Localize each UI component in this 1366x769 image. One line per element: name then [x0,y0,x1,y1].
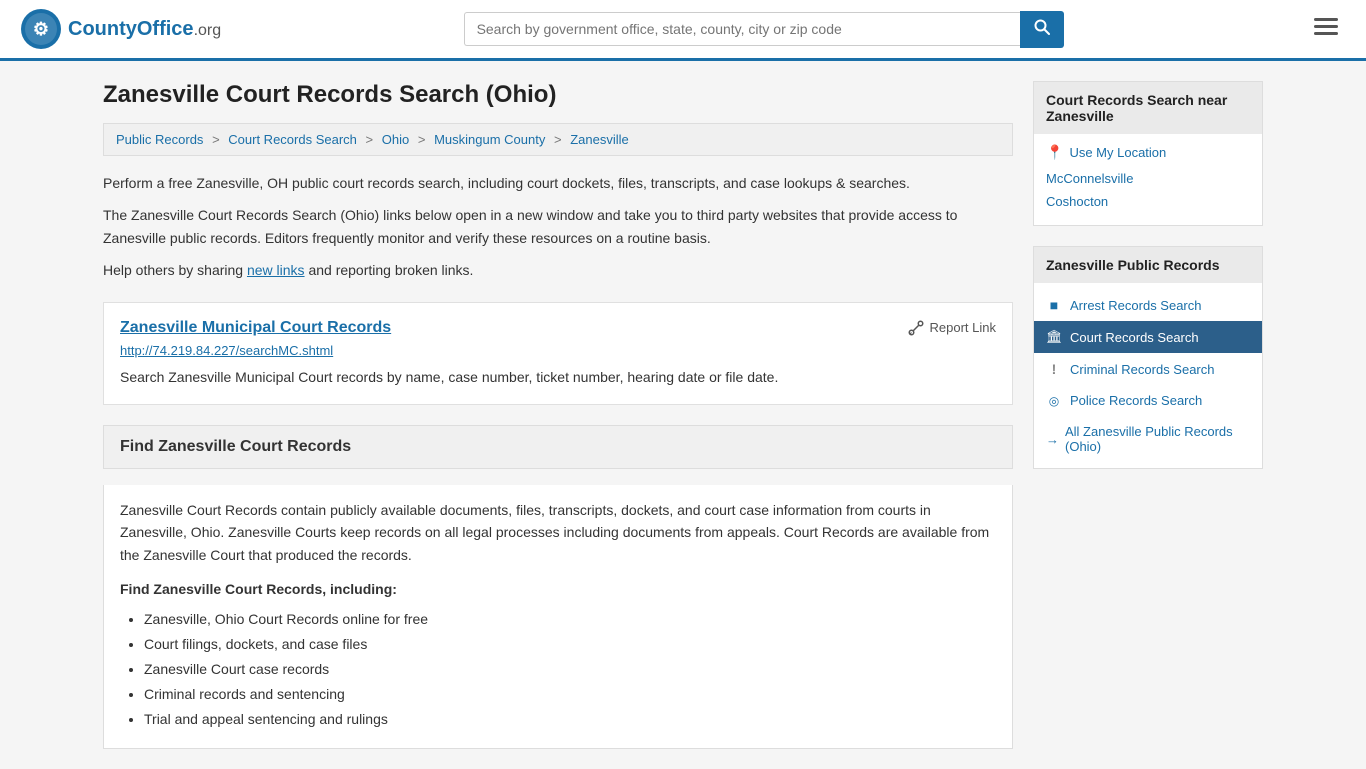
sidebar-near: Court Records Search near Zanesville 📍 U… [1033,81,1263,226]
header: ⚙ CountyOffice.org [0,0,1366,61]
record-description: Search Zanesville Municipal Court record… [120,366,996,388]
breadcrumb-sep-1: > [212,132,220,147]
find-section-body: Zanesville Court Records contain publicl… [103,485,1013,749]
arrest-records-icon: ■ [1046,297,1062,313]
record-url[interactable]: http://74.219.84.227/searchMC.shtml [120,343,996,358]
intro-paragraph-1: Perform a free Zanesville, OH public cou… [103,172,1013,194]
page-title: Zanesville Court Records Search (Ohio) [103,81,1013,109]
find-section-title: Find Zanesville Court Records [120,438,351,455]
record-title: Zanesville Municipal Court Records [120,319,391,337]
find-body-text: Zanesville Court Records contain publicl… [120,499,996,566]
police-records-icon: ◎ [1046,394,1062,408]
criminal-records-icon: ! [1046,361,1062,377]
breadcrumb-item-muskingum[interactable]: Muskingum County [434,132,545,147]
find-list-item-4: Trial and appeal sentencing and rulings [144,709,996,730]
report-link-button[interactable]: Report Link [907,319,996,337]
breadcrumb-item-public-records[interactable]: Public Records [116,132,203,147]
sidebar-item-police-label: Police Records Search [1070,393,1202,408]
search-area [464,11,1064,48]
breadcrumb: Public Records > Court Records Search > … [103,123,1013,156]
logo-area: ⚙ CountyOffice.org [20,8,221,50]
location-pin-icon: 📍 [1046,144,1063,161]
logo-text: CountyOffice.org [68,18,221,41]
help-text: Help others by sharing new links and rep… [103,259,1013,281]
all-public-records-link[interactable]: → All Zanesville Public Records (Ohio) [1034,416,1262,462]
find-list: Zanesville, Ohio Court Records online fo… [120,609,996,730]
record-entry: Zanesville Municipal Court Records Repor… [103,302,1013,405]
breadcrumb-item-ohio[interactable]: Ohio [382,132,409,147]
breadcrumb-item-court-records[interactable]: Court Records Search [228,132,357,147]
sidebar-item-police-records[interactable]: ◎ Police Records Search [1034,385,1262,416]
record-title-link[interactable]: Zanesville Municipal Court Records [120,319,391,336]
sidebar-public: Zanesville Public Records ■ Arrest Recor… [1033,246,1263,469]
logo-icon: ⚙ [20,8,62,50]
find-list-item-0: Zanesville, Ohio Court Records online fo… [144,609,996,630]
arrow-icon: → [1046,432,1059,447]
breadcrumb-item-zanesville[interactable]: Zanesville [570,132,629,147]
sidebar-item-arrest-label: Arrest Records Search [1070,298,1202,313]
content-area: Zanesville Court Records Search (Ohio) P… [103,81,1013,749]
new-links-link[interactable]: new links [247,262,305,278]
find-list-item-1: Court filings, dockets, and case files [144,634,996,655]
intro-paragraph-2: The Zanesville Court Records Search (Ohi… [103,204,1013,249]
court-records-icon: 🏛 [1046,329,1062,345]
sidebar: Court Records Search near Zanesville 📍 U… [1033,81,1263,749]
find-sub-title: Find Zanesville Court Records, including… [120,578,996,600]
report-link-label: Report Link [930,320,996,335]
hamburger-icon [1314,18,1338,36]
find-list-item-3: Criminal records and sentencing [144,684,996,705]
find-list-item-2: Zanesville Court case records [144,659,996,680]
search-input[interactable] [464,12,1020,46]
sidebar-near-content: 📍 Use My Location McConnelsville Coshoct… [1034,134,1262,225]
find-section-header: Find Zanesville Court Records [103,425,1013,469]
breadcrumb-sep-4: > [554,132,562,147]
main-container: Zanesville Court Records Search (Ohio) P… [83,61,1283,769]
search-icon [1034,19,1050,35]
breadcrumb-sep-3: > [418,132,426,147]
all-public-records-label: All Zanesville Public Records (Ohio) [1065,424,1250,454]
breadcrumb-sep-2: > [366,132,374,147]
sidebar-public-content: ■ Arrest Records Search 🏛 Court Records … [1034,283,1262,468]
find-section: Find Zanesville Court Records Zanesville… [103,425,1013,749]
sidebar-item-criminal-label: Criminal Records Search [1070,362,1215,377]
hamburger-menu-button[interactable] [1306,12,1346,46]
nearby-link-mcconnelsville[interactable]: McConnelsville [1046,169,1250,188]
use-location-link[interactable]: 📍 Use My Location [1046,144,1250,161]
wrench-icon [907,319,925,337]
sidebar-item-court-label: Court Records Search [1070,330,1199,345]
sidebar-item-court-records[interactable]: 🏛 Court Records Search [1034,321,1262,353]
search-button[interactable] [1020,11,1064,48]
nearby-link-coshocton[interactable]: Coshocton [1046,192,1250,211]
svg-text:⚙: ⚙ [33,19,49,39]
record-header: Zanesville Municipal Court Records Repor… [120,319,996,337]
sidebar-item-arrest-records[interactable]: ■ Arrest Records Search [1034,289,1262,321]
use-location-label: Use My Location [1069,145,1166,160]
sidebar-near-header: Court Records Search near Zanesville [1034,82,1262,134]
sidebar-item-criminal-records[interactable]: ! Criminal Records Search [1034,353,1262,385]
sidebar-public-header: Zanesville Public Records [1034,247,1262,283]
